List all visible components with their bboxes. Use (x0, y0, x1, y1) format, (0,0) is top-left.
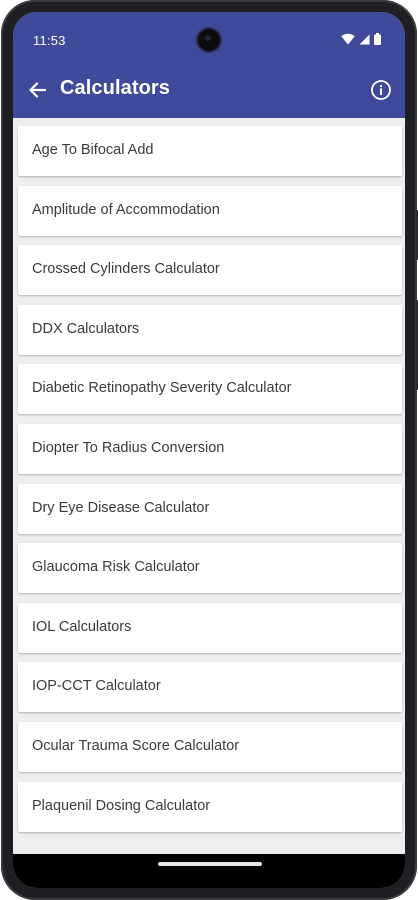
list-item-label: Age To Bifocal Add (32, 142, 154, 158)
home-gesture-handle[interactable] (158, 862, 262, 866)
list-item-label: Crossed Cylinders Calculator (32, 261, 220, 277)
list-item-diopter-to-radius-conversion[interactable]: Diopter To Radius Conversion (18, 424, 402, 474)
front-camera (198, 29, 220, 51)
list-item-label: Diopter To Radius Conversion (32, 440, 225, 456)
arrow-left-icon (29, 82, 46, 98)
list-item-glaucoma-risk-calculator[interactable]: Glaucoma Risk Calculator (18, 543, 402, 593)
list-item-crossed-cylinders-calculator[interactable]: Crossed Cylinders Calculator (18, 245, 402, 295)
list-item-label: Dry Eye Disease Calculator (32, 500, 210, 516)
battery-icon (374, 33, 381, 45)
list-item-label: Amplitude of Accommodation (32, 202, 220, 218)
list-item-label: IOL Calculators (32, 619, 132, 635)
status-bar: 11:53 (13, 12, 405, 62)
list-item-plaquenil-dosing-calculator[interactable]: Plaquenil Dosing Calculator (18, 782, 402, 832)
status-time: 11:53 (33, 33, 66, 48)
phone-frame: 11:53 Calculators Age To Bifocal Add Amp… (1, 0, 418, 900)
cellular-signal-icon (359, 34, 370, 44)
list-item-age-to-bifocal-add[interactable]: Age To Bifocal Add (18, 126, 402, 176)
list-item-iop-cct-calculator[interactable]: IOP-CCT Calculator (18, 662, 402, 712)
list-item-label: Diabetic Retinopathy Severity Calculator (32, 380, 292, 396)
list-item-label: IOP-CCT Calculator (32, 678, 161, 694)
list-item-ocular-trauma-score-calculator[interactable]: Ocular Trauma Score Calculator (18, 722, 402, 772)
list-item-amplitude-of-accommodation[interactable]: Amplitude of Accommodation (18, 186, 402, 236)
page-title: Calculators (60, 77, 171, 99)
back-button[interactable] (19, 72, 55, 108)
status-icons (341, 33, 381, 45)
calculator-list: Age To Bifocal Add Amplitude of Accommod… (13, 118, 405, 854)
screen: 11:53 Calculators Age To Bifocal Add Amp… (13, 12, 405, 888)
list-item-label: Glaucoma Risk Calculator (32, 559, 200, 575)
list-item-iol-calculators[interactable]: IOL Calculators (18, 603, 402, 653)
wifi-icon (341, 33, 355, 45)
gesture-nav-bar (13, 854, 405, 888)
list-item-ddx-calculators[interactable]: DDX Calculators (18, 305, 402, 355)
list-item-label: DDX Calculators (32, 321, 140, 337)
info-button[interactable] (363, 72, 399, 108)
list-item-diabetic-retinopathy-severity-calculator[interactable]: Diabetic Retinopathy Severity Calculator (18, 364, 402, 414)
list-item-label: Ocular Trauma Score Calculator (32, 738, 240, 754)
list-item-dry-eye-disease-calculator[interactable]: Dry Eye Disease Calculator (18, 484, 402, 534)
app-bar: Calculators (13, 62, 405, 118)
info-circle-icon (371, 80, 391, 100)
list-item-label: Plaquenil Dosing Calculator (32, 798, 211, 814)
